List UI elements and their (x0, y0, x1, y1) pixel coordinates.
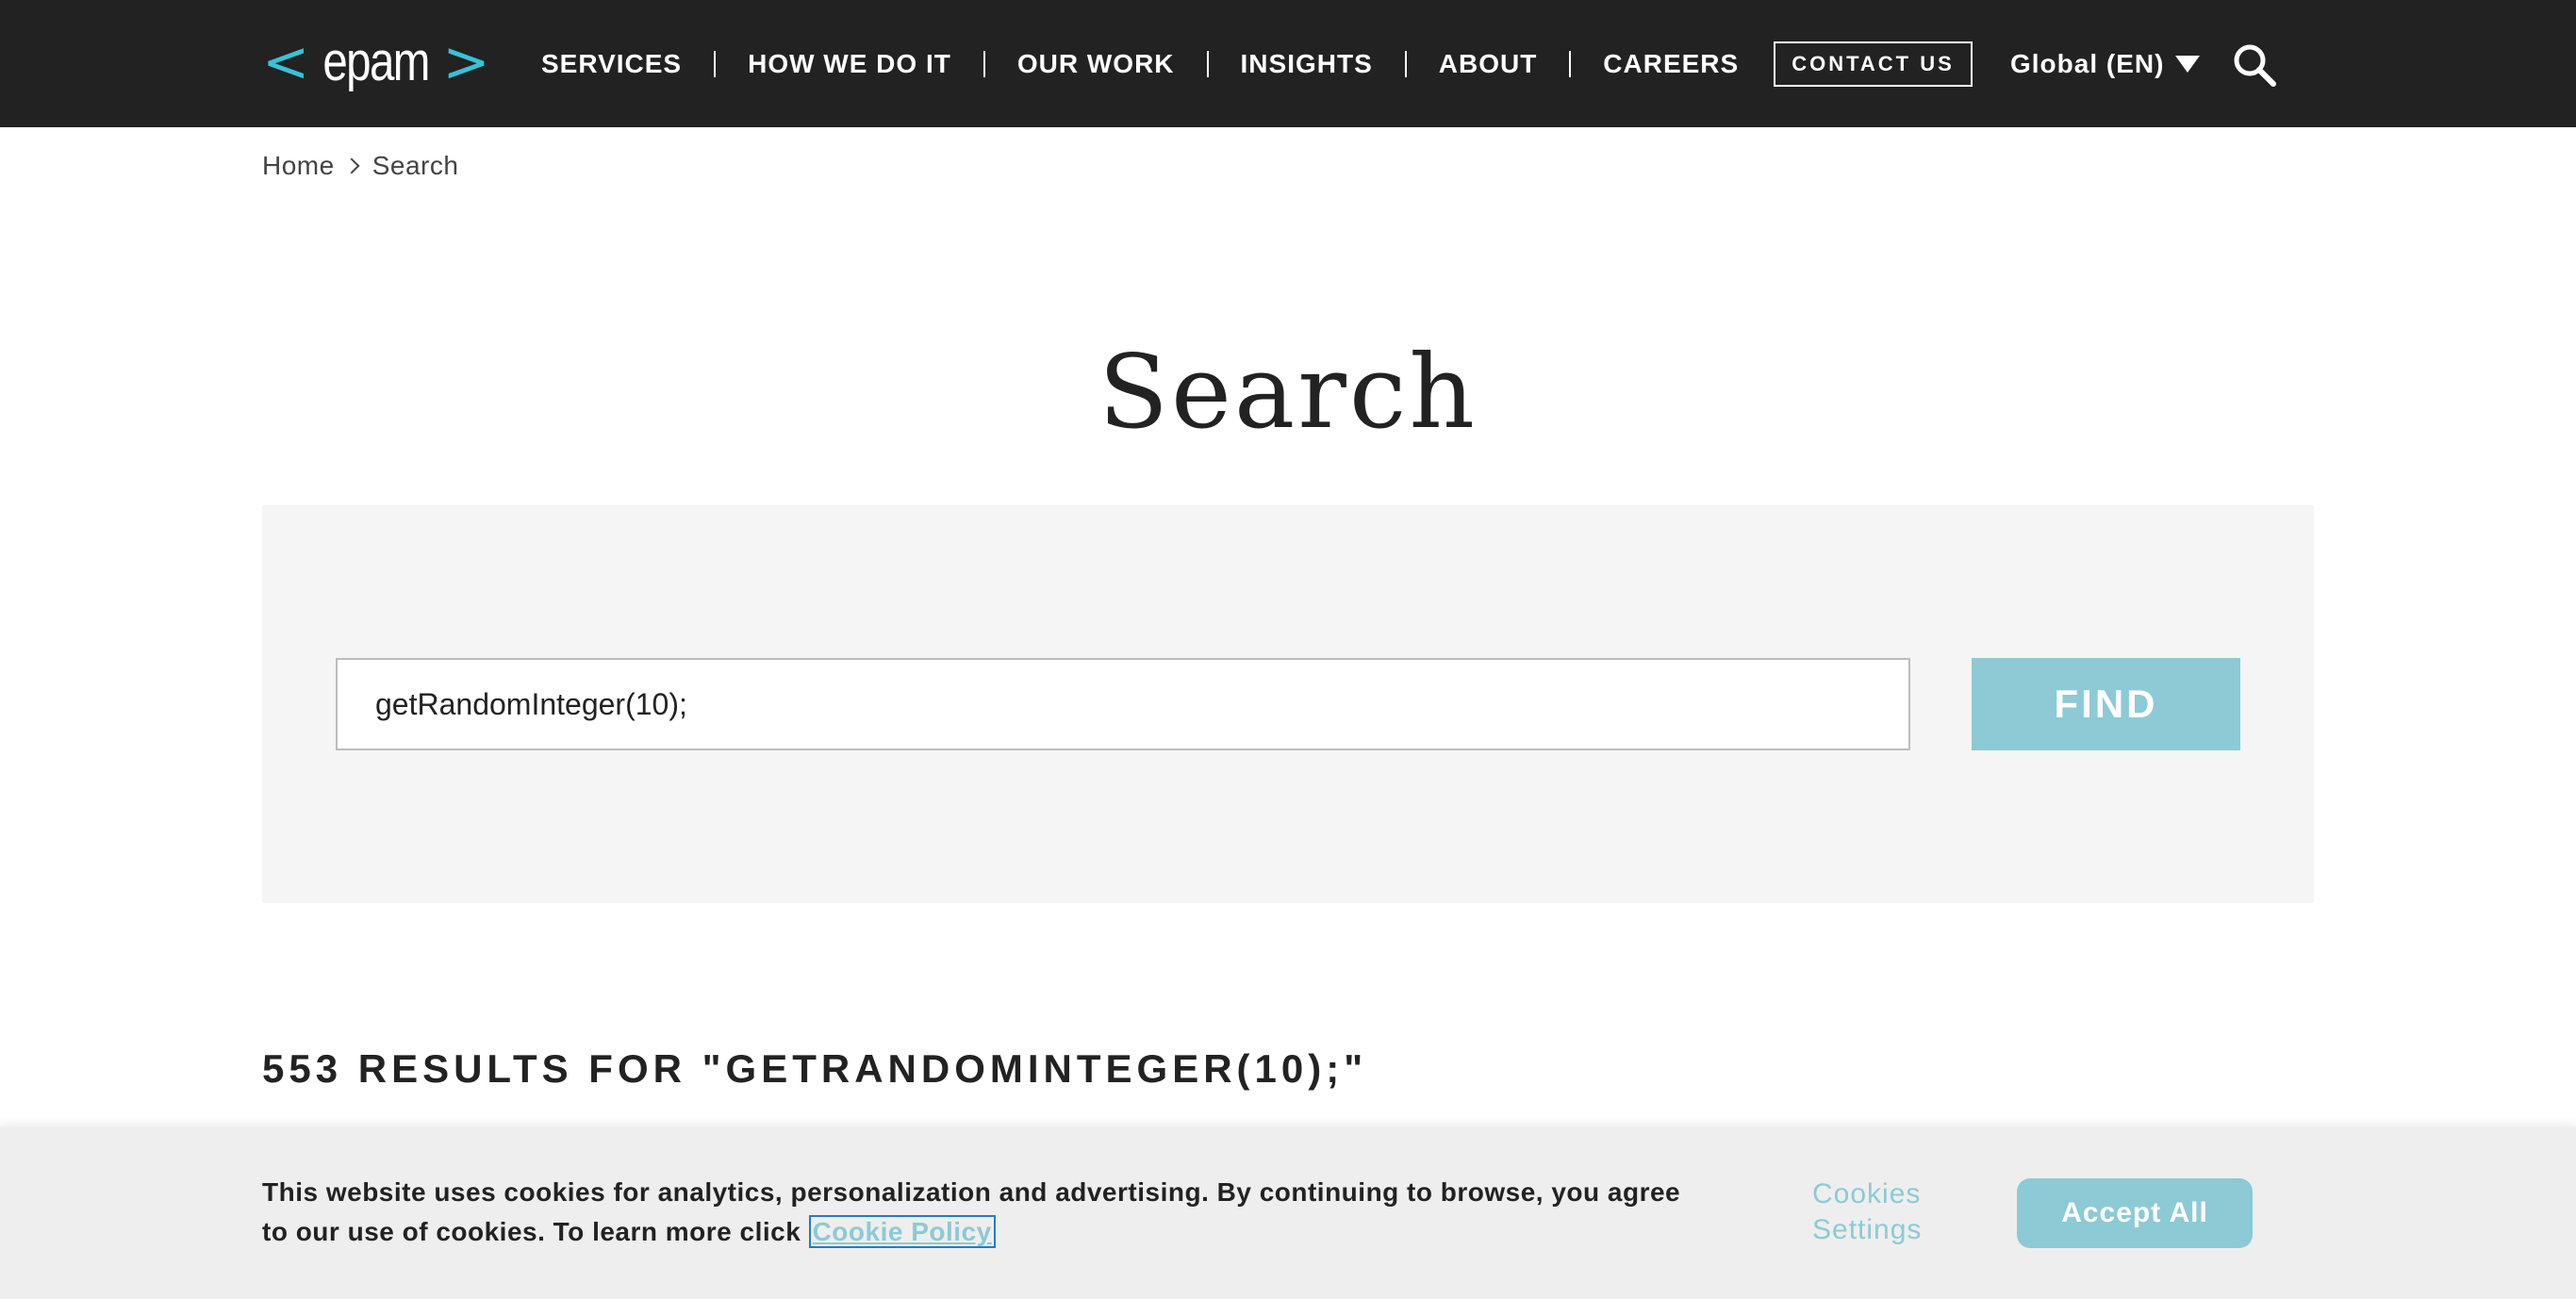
site-header: < epam > SERVICES HOW WE DO IT OUR WORK … (0, 0, 2576, 127)
logo-word: epam (322, 31, 431, 92)
chevron-right-icon (343, 157, 360, 174)
cookie-banner-text: This website uses cookies for analytics,… (262, 1173, 1705, 1252)
nav-item-about[interactable]: ABOUT (1407, 49, 1570, 79)
results-heading: 553 RESULTS FOR "GETRANDOMINTEGER(10);" (262, 1046, 1368, 1091)
epam-logo[interactable]: < epam > (262, 25, 490, 100)
caret-down-icon (2175, 56, 2201, 73)
cookie-policy-link[interactable]: Cookie Policy (808, 1215, 996, 1248)
nav-item-how-we-do-it[interactable]: HOW WE DO IT (716, 49, 983, 79)
cookies-settings-link[interactable]: Cookies Settings (1812, 1176, 1963, 1248)
language-selector[interactable]: Global (EN) (2010, 41, 2201, 87)
search-input[interactable] (336, 658, 1910, 750)
find-button[interactable]: FIND (1972, 658, 2240, 750)
search-panel: FIND (262, 505, 2314, 903)
nav-item-careers[interactable]: CAREERS (1571, 49, 1771, 79)
contact-us-button[interactable]: CONTACT US (1774, 41, 1973, 87)
main-nav: SERVICES HOW WE DO IT OUR WORK INSIGHTS … (509, 0, 1771, 127)
language-label: Global (EN) (2010, 49, 2165, 78)
breadcrumb-current: Search (372, 151, 459, 180)
breadcrumb: Home Search (262, 151, 458, 181)
logo-right-bracket: > (442, 29, 490, 95)
logo-left-bracket: < (262, 29, 310, 95)
search-icon-graphic (2234, 44, 2276, 87)
page-title: Search (1098, 334, 1478, 452)
nav-item-services[interactable]: SERVICES (509, 49, 714, 79)
breadcrumb-home-link[interactable]: Home (262, 151, 335, 181)
nav-item-our-work[interactable]: OUR WORK (985, 49, 1207, 79)
cookie-banner: This website uses cookies for analytics,… (0, 1127, 2576, 1299)
search-icon[interactable] (2231, 41, 2278, 89)
nav-item-insights[interactable]: INSIGHTS (1209, 49, 1405, 79)
accept-all-button[interactable]: Accept All (2017, 1178, 2253, 1248)
